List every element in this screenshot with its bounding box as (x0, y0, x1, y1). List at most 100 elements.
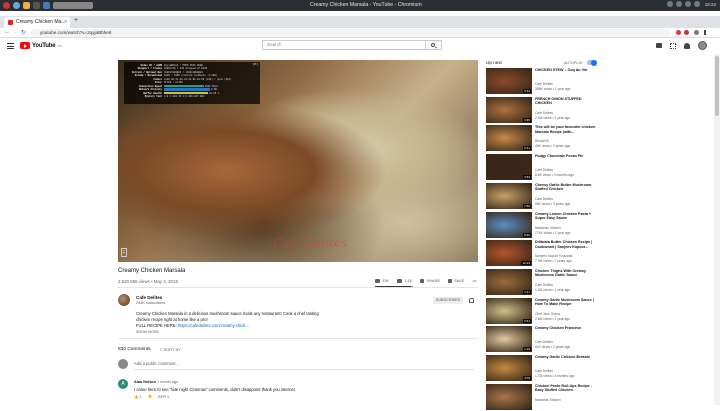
comment-header: Alan Nelson 1 month ago (134, 380, 178, 384)
recommendation-channel: Natashas Kitchen (535, 225, 561, 230)
recommendation-title[interactable]: Creamy Garlic Mushroom Sauce | How To Ma… (535, 298, 597, 307)
browser-tab[interactable]: Creamy Chicken Ma... × (4, 17, 70, 28)
dislike-button[interactable]: 1.1K (397, 278, 412, 283)
search-input[interactable]: Search (262, 40, 426, 50)
back-arrow-icon[interactable]: ← (4, 29, 10, 35)
browser-menu-icon[interactable] (704, 30, 706, 35)
scrollbar-thumb[interactable] (715, 56, 719, 116)
recommendation-item[interactable]: 8:20 Creamy Lemon Chicken Pasta + Super E… (486, 211, 591, 239)
recommendation-channel: Natashas Kitchen (535, 397, 561, 402)
file-manager-icon[interactable] (23, 2, 30, 9)
new-tab-icon[interactable]: + (74, 17, 78, 24)
autoplay-toggle[interactable] (587, 59, 597, 66)
profile-icon[interactable] (694, 30, 699, 35)
save-button[interactable]: SAVE (448, 278, 465, 283)
reply-button[interactable]: REPLY (158, 395, 170, 399)
comment-like-button[interactable]: 👍 1 (134, 395, 141, 399)
video-thumbnail[interactable]: 5:14 (486, 68, 532, 94)
video-thumbnail[interactable]: 1:56 (486, 182, 532, 209)
recommendation-title[interactable]: CHICKEN STEW – Coq Au Vin (535, 68, 597, 73)
notification-bell-icon[interactable] (469, 298, 474, 303)
hamburger-menu-icon[interactable] (7, 43, 14, 49)
video-duration: 6:51 (523, 318, 531, 323)
url-input[interactable]: youtube.com/watch?v=2qyjaBbhe6 (30, 29, 670, 37)
recipe-link[interactable]: https://cafedelites.com/creamy-chick... (178, 323, 249, 328)
recommendation-item[interactable]: Chicken Pesto Roll-Ups Recipe - Easy Stu… (486, 383, 592, 411)
recommendation-item[interactable]: 1:47 Chicken Thighs With Creamy Mushroom … (486, 268, 586, 296)
recommendation-title[interactable]: Dilliwala Butter Chicken Recipe | Cooksm… (535, 240, 597, 249)
recommendation-item[interactable]: 5:41 This will be your favourite chicken … (486, 125, 595, 152)
recommendation-item[interactable]: 3:36 FRENCH ONION STUFFED CHICKEN Cafe Del… (486, 96, 586, 124)
recommendation-item[interactable]: 12:23 Dilliwala Butter Chicken Recipe | C… (486, 240, 592, 267)
recommendation-item[interactable]: 3:09 Creamy Garlic Chicken Breasts Cafe De… (486, 355, 590, 382)
page-scrollbar[interactable] (714, 54, 720, 405)
taskbar-window-icon[interactable] (53, 2, 93, 9)
channel-name[interactable]: Cafe Delites (136, 295, 162, 300)
tab-strip: Creamy Chicken Ma... × + (0, 16, 720, 28)
recommendation-item[interactable]: 1:19 Creamy Chicken Francese Cafe Delites 5… (486, 326, 586, 353)
search-button[interactable] (426, 40, 442, 50)
app-icon[interactable] (43, 2, 50, 9)
close-stats-icon[interactable]: [X] (253, 63, 258, 67)
commenter-avatar[interactable]: A (118, 379, 128, 389)
video-thumbnail[interactable]: 3:53 (486, 154, 532, 181)
video-thumbnail[interactable]: 3:36 (486, 96, 532, 123)
account-avatar[interactable] (698, 41, 707, 50)
channel-avatar[interactable] (118, 294, 130, 306)
recommendation-item[interactable]: 1:56 Cheesy Garlic Butter Mushroom Stuffe… (486, 182, 591, 210)
show-more-button[interactable]: SHOW MORE (136, 330, 159, 334)
apps-grid-icon[interactable] (670, 43, 676, 49)
recommendation-item[interactable]: 6:51 Creamy Garlic Mushroom Sauce | How T… (486, 297, 594, 325)
add-comment-input[interactable]: Add a public comment... (134, 361, 179, 366)
recommendation-meta: 389K views • 1 year ago (535, 87, 571, 91)
subscribe-button[interactable]: SUBSCRIBED (433, 297, 463, 304)
recommendation-title[interactable]: FRENCH ONION STUFFED CHICKEN (535, 97, 597, 106)
notifications-bell-icon[interactable] (684, 43, 690, 49)
reload-icon[interactable]: ↻ (21, 29, 26, 36)
recommendation-title[interactable]: Creamy Garlic Chicken Breasts (535, 355, 597, 360)
create-video-icon[interactable] (656, 43, 662, 48)
video-player[interactable]: [X] Video ID / sCPN 2qyjaBbhe6 / P5RK 3KF… (118, 60, 478, 262)
more-options-icon[interactable]: ••• (473, 278, 477, 283)
recommendation-title[interactable]: Fudgy Chocolate Pecan Pie (535, 154, 597, 159)
bluetooth-icon[interactable] (666, 1, 673, 7)
recommendation-title[interactable]: Cheesy Garlic Butter Mushroom Stuffed Ch… (535, 183, 597, 192)
video-meta: 2,920,555 views • May 3, 2018 (118, 279, 178, 284)
extension-icon[interactable] (676, 30, 681, 35)
comment-dislike-button[interactable]: 👎 (147, 395, 151, 399)
recommendation-title[interactable]: Creamy Chicken Francese (535, 326, 597, 331)
system-menu-icon[interactable] (3, 2, 10, 9)
recommendation-meta: 40K views • 2 years ago (535, 144, 571, 149)
like-button[interactable]: 33K (375, 278, 389, 283)
sort-by-button[interactable]: ≡ SORT BY (160, 347, 181, 352)
close-tab-icon[interactable]: × (64, 17, 67, 28)
recommendation-title[interactable]: Creamy Lemon Chicken Pasta + Super Easy … (535, 212, 597, 221)
video-thumbnail[interactable] (486, 383, 532, 410)
share-button[interactable]: SHARE (420, 278, 440, 283)
video-thumbnail[interactable]: 6:51 (486, 297, 532, 324)
comment-time: 1 month ago (157, 380, 179, 384)
recommendation-item[interactable]: 5:14 CHICKEN STEW – Coq Au Vin Cafe Delite… (486, 68, 587, 95)
video-thumbnail[interactable]: 12:23 (486, 240, 532, 267)
youtube-logo[interactable]: YouTube CA (20, 42, 62, 49)
url-text: youtube.com/watch?v=2qyjaBbhe6 (40, 30, 112, 35)
comment-author[interactable]: Alan Nelson (134, 380, 156, 384)
channel-logo-icon: F (121, 248, 127, 257)
video-thumbnail[interactable]: 5:41 (486, 125, 532, 152)
recommendation-channel: Chef Jack Ovens (535, 311, 561, 316)
browser-launcher-icon[interactable] (13, 2, 20, 9)
terminal-icon[interactable] (33, 2, 40, 9)
recommendation-title[interactable]: Chicken Pesto Roll-Ups Recipe - Easy Stu… (535, 384, 597, 393)
video-thumbnail[interactable]: 3:09 (486, 355, 532, 381)
network-icon[interactable] (675, 1, 682, 7)
recommendation-item[interactable]: 3:53 Fudgy Chocolate Pecan Pie Cafe Delite… (486, 154, 586, 181)
battery-icon[interactable] (693, 1, 700, 7)
video-thumbnail[interactable]: 1:19 (486, 326, 532, 353)
forward-arrow-icon[interactable]: → (12, 29, 18, 35)
recommendation-title[interactable]: Chicken Thighs With Creamy Mushroom Garl… (535, 269, 597, 278)
volume-icon[interactable] (684, 1, 691, 7)
video-thumbnail[interactable]: 8:20 (486, 211, 532, 238)
video-thumbnail[interactable]: 1:47 (486, 268, 532, 295)
extension-icon[interactable] (684, 30, 689, 35)
recommendation-title[interactable]: This will be your favourite chicken Mars… (535, 125, 597, 134)
